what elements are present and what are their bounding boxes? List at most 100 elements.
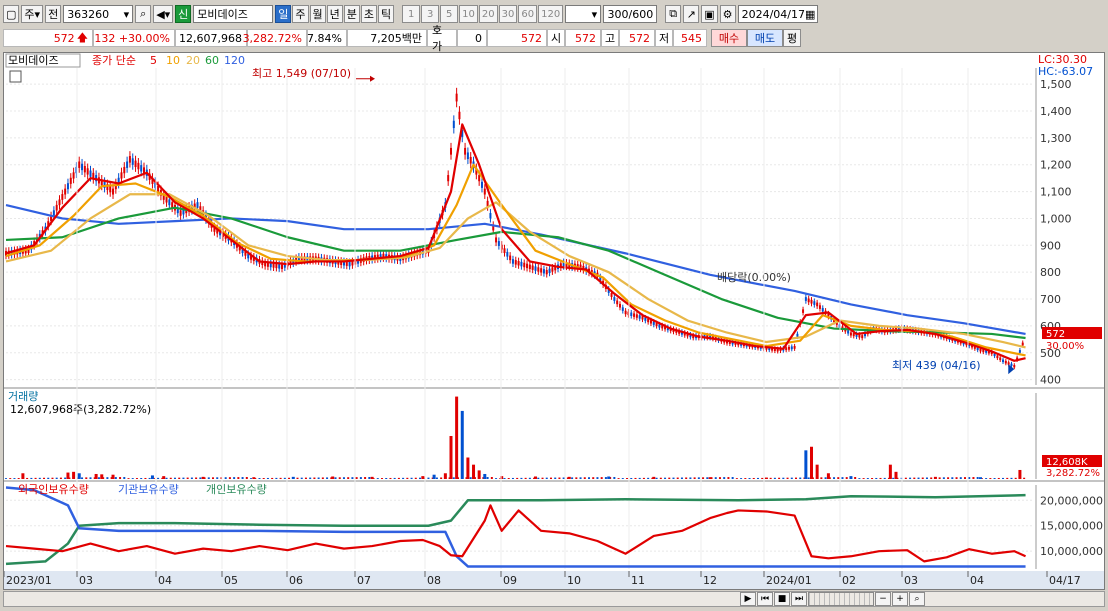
volume-bar [909, 477, 912, 479]
volume-spike-bar [72, 471, 76, 479]
volume-bar [921, 477, 924, 479]
volume-bar [617, 478, 620, 479]
volume-bar [904, 477, 907, 479]
volume-bar [393, 477, 396, 479]
window-icon[interactable]: ▢ [3, 5, 20, 23]
candle-body [618, 303, 621, 308]
tab-period-month[interactable]: 월 [309, 5, 326, 23]
zoom-out-icon[interactable]: − [875, 592, 891, 606]
candle-body [458, 111, 461, 120]
candle-body [509, 255, 512, 261]
candle-body [72, 172, 75, 179]
eval-button[interactable]: 평 [783, 29, 801, 47]
step-button[interactable]: 30 [498, 5, 518, 23]
volume-bar [266, 477, 269, 479]
volume-spike-bar [477, 470, 481, 479]
step-custom-select[interactable]: ▾ [565, 5, 602, 23]
volume-bar [854, 477, 857, 479]
date-tick-label: 09 [503, 574, 517, 587]
buy-button[interactable]: 매수 [711, 29, 747, 47]
stock-code-input[interactable]: 363260 ▾ [63, 5, 134, 23]
step-button[interactable]: 120 [538, 5, 564, 23]
step-button[interactable]: 20 [478, 5, 498, 23]
volume-bar [718, 477, 721, 479]
volume-spike-bar [150, 475, 154, 479]
volume-bar [866, 478, 869, 479]
volume-spike-bar [1018, 469, 1022, 479]
volume-bar [664, 477, 667, 479]
volume-bars [5, 396, 1026, 479]
candle-body [858, 334, 861, 338]
volume-bar [989, 478, 992, 479]
calendar-icon[interactable]: ▦ [805, 8, 815, 21]
price-tick-label: 1,100 [1040, 186, 1072, 199]
magnify-icon[interactable]: ⌕ [909, 592, 925, 606]
count-display[interactable]: 300/600 [603, 5, 658, 23]
volume-bar [554, 477, 557, 479]
zoom-slider[interactable] [808, 592, 874, 606]
volume-bar [604, 477, 607, 479]
grid-toggle-icon[interactable] [9, 70, 22, 83]
volume-bar [262, 478, 265, 479]
tab-period-minute[interactable]: 분 [343, 5, 360, 23]
ma10-legend: 10 [166, 54, 180, 67]
step-button[interactable]: 1 [402, 5, 421, 23]
volume-spike-bar [66, 472, 70, 479]
date-input[interactable]: 2024/04/17 ▦ [737, 5, 818, 23]
volume-bar [469, 477, 472, 479]
step-button[interactable]: 5 [440, 5, 459, 23]
volume-bar [212, 477, 215, 479]
code-mode-button[interactable]: 전 [45, 5, 62, 23]
volume-bar [744, 478, 747, 479]
tab-period-tick[interactable]: 틱 [378, 5, 395, 23]
zoom-in-icon[interactable]: + [892, 592, 908, 606]
chart-scrollbar[interactable]: ▶ ⏮ ■ ⏭ − + ⌕ [3, 591, 1105, 607]
step-button[interactable]: 3 [421, 5, 440, 23]
chart-panel[interactable]: 1,500 1,400 1,300 1,200 1,100 1,000 900 800 700 6… [3, 52, 1105, 590]
tab-period-week[interactable]: 주 [292, 5, 309, 23]
volume-bar [883, 477, 886, 479]
sell-button[interactable]: 매도 [747, 29, 783, 47]
volume-bar [985, 478, 988, 479]
volume-spike-bar [708, 477, 712, 479]
scroll-right-button[interactable]: ▶ [740, 592, 756, 606]
volume-bar [43, 477, 46, 479]
volume-bar [748, 478, 751, 479]
period-type-select[interactable]: 주 ▾ [21, 5, 44, 23]
volume-bar [364, 477, 367, 479]
save-icon[interactable]: ▣ [701, 5, 718, 23]
date-tick-label: 04 [970, 574, 984, 587]
volume-title: 거래량 [8, 390, 38, 403]
volume-bar [59, 477, 62, 479]
gear-icon[interactable]: ⚙ [719, 5, 736, 23]
volume-bar [714, 477, 717, 479]
candle-body [128, 156, 131, 163]
candle-body [810, 299, 813, 304]
candle-body [790, 346, 793, 350]
holdings-tick-label: 20,000,000 [1040, 494, 1103, 507]
volume-spike-bar [370, 476, 374, 479]
scroll-stop-button[interactable]: ■ [774, 592, 790, 606]
chart-type-icon[interactable]: ⧉ [665, 5, 682, 23]
draw-tool-icon[interactable]: ↗ [683, 5, 700, 23]
candle-body [126, 161, 129, 168]
date-tick-label: 04/17 [1049, 574, 1081, 587]
step-button[interactable]: 10 [459, 5, 478, 23]
tab-period-second[interactable]: 초 [360, 5, 378, 23]
volume-spike-bar [933, 476, 937, 479]
chart-svg: 1,500 1,400 1,300 1,200 1,100 1,000 900 800 700 6… [3, 53, 1104, 589]
scroll-first-button[interactable]: ⏮ [757, 592, 773, 606]
speaker-icon[interactable]: ◀▾ [153, 5, 174, 23]
volume-spike-bar [111, 474, 115, 479]
step-button[interactable]: 60 [518, 5, 538, 23]
tab-period-day[interactable]: 일 [275, 5, 292, 23]
volume-bar [224, 477, 227, 479]
volume-bar [216, 477, 219, 479]
current-price-value: 572 [53, 31, 75, 45]
candle-body [996, 355, 999, 359]
search-icon[interactable]: ⌕ [135, 5, 152, 23]
candle-body [821, 308, 824, 312]
scroll-last-button[interactable]: ⏭ [791, 592, 807, 606]
high-value: 572 [619, 29, 655, 47]
tab-period-year[interactable]: 년 [326, 5, 343, 23]
